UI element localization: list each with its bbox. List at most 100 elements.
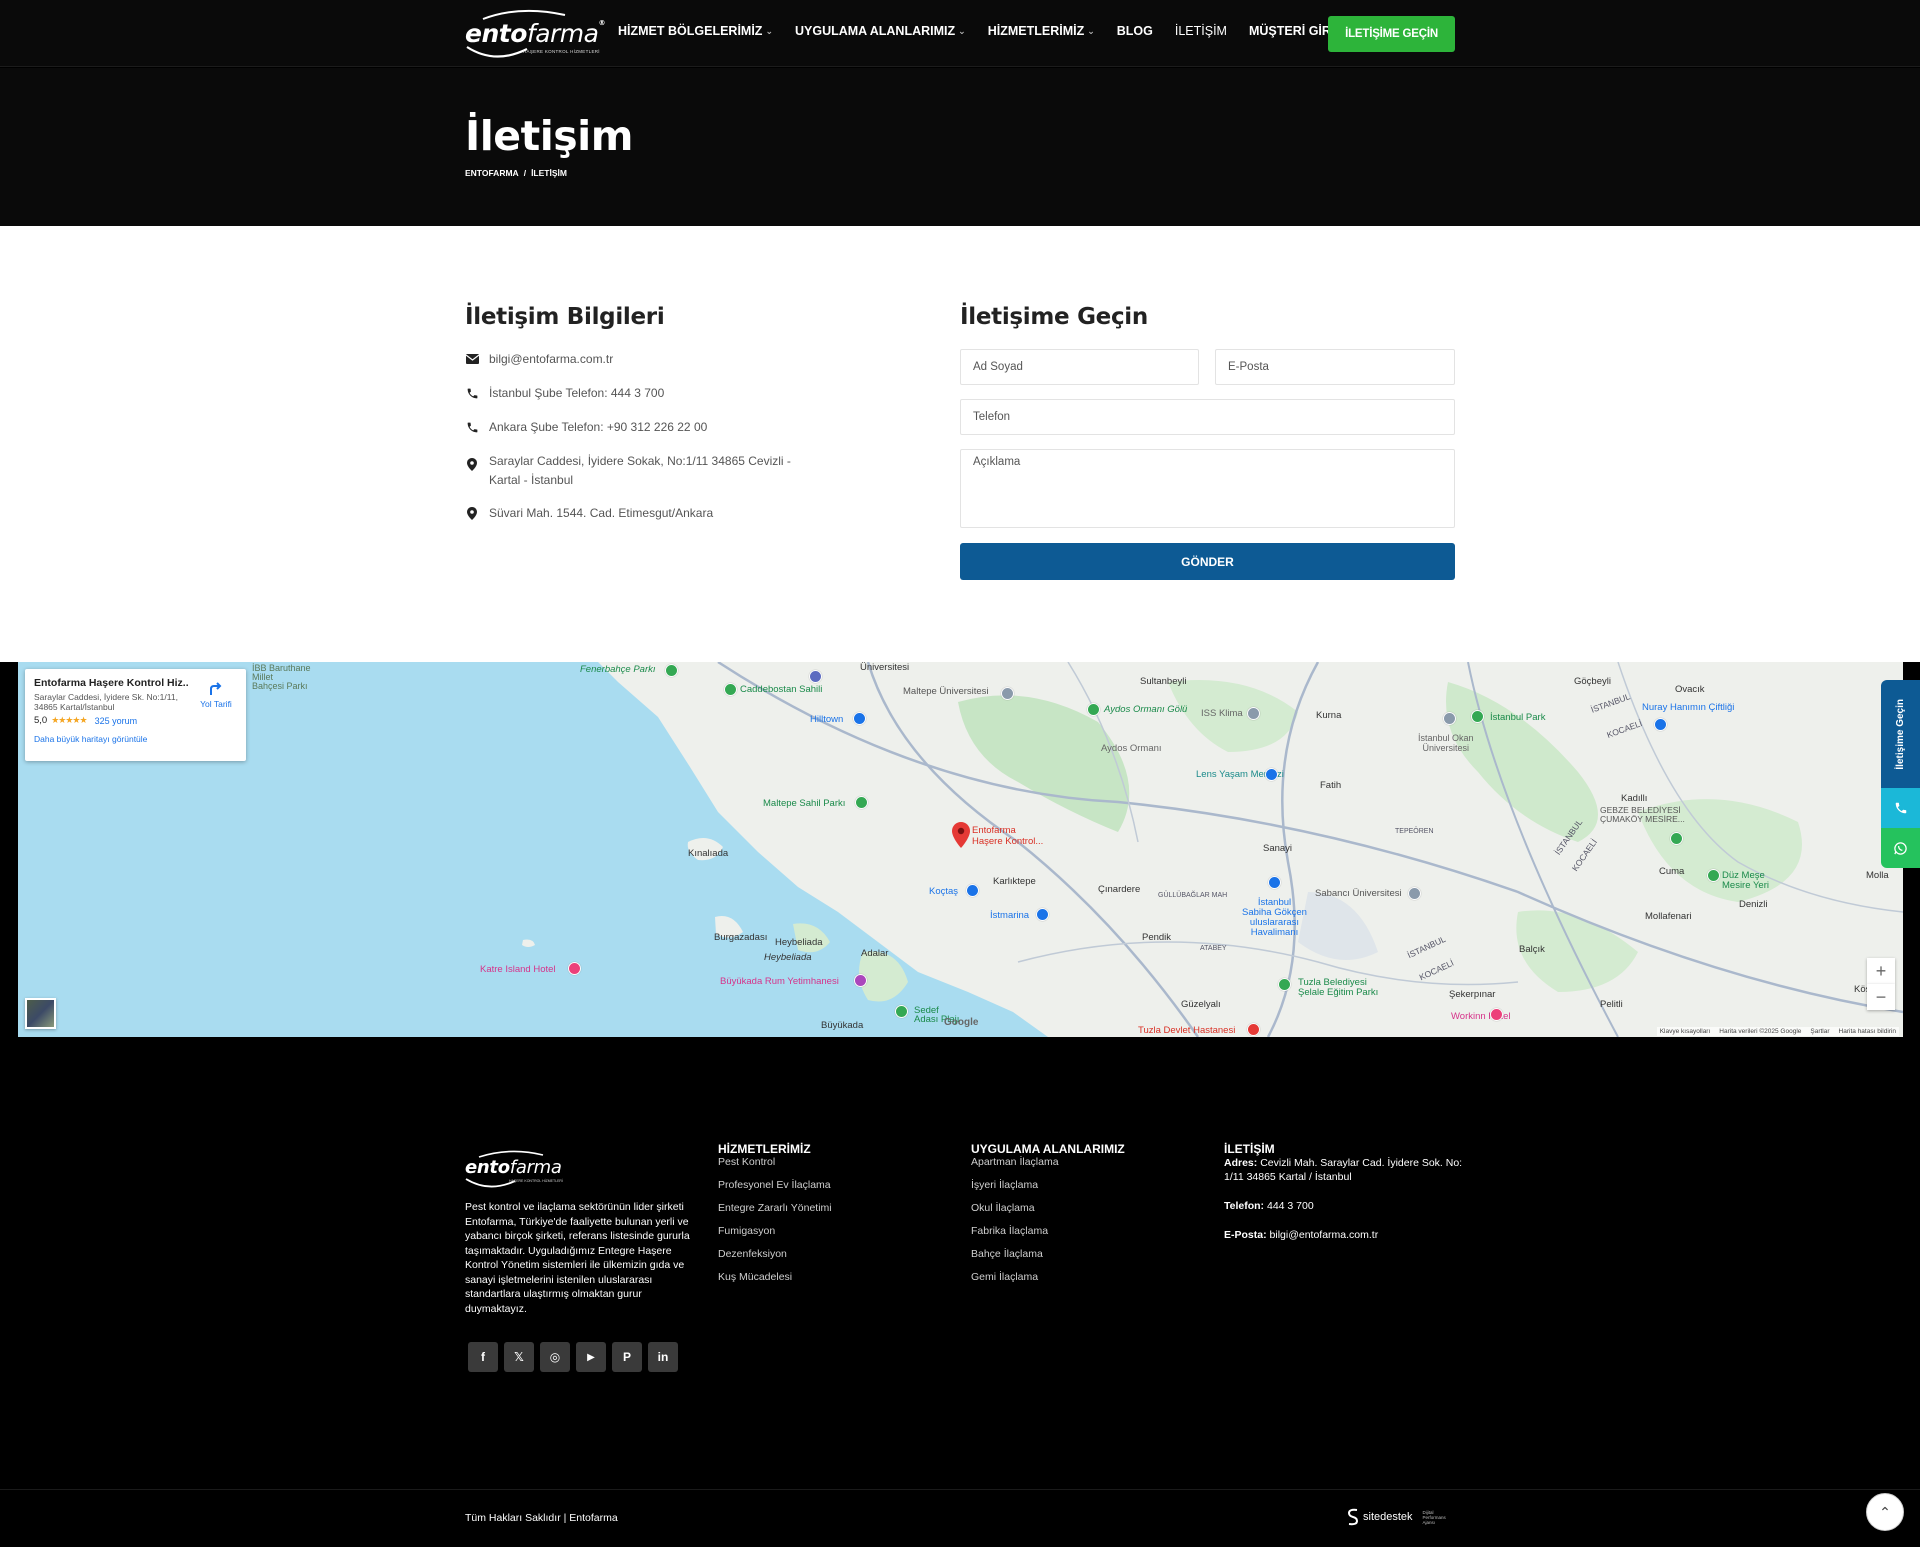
map-label: Sanayi: [1263, 843, 1293, 854]
map-attribution: Klavye kısayolları Harita verileri ©2025…: [1656, 1027, 1899, 1036]
shopping-icon[interactable]: [966, 884, 979, 897]
park-icon[interactable]: [665, 664, 678, 677]
site-logo[interactable]: entofarma® HAŞERE KONTROL HİZMETLERİ: [465, 7, 605, 61]
school-icon[interactable]: [1408, 887, 1421, 900]
name-input[interactable]: Ad Soyad: [960, 349, 1199, 385]
airport-icon[interactable]: [1268, 876, 1281, 889]
email-input[interactable]: E-Posta: [1215, 349, 1455, 385]
footer-link[interactable]: Dezenfeksiyon: [718, 1248, 832, 1260]
page-title-band: İletişim ENTOFARMA / İLETİŞİM: [0, 68, 1920, 226]
footer-link[interactable]: Entegre Zararlı Yönetimi: [718, 1202, 832, 1214]
nav-item-uygulama-alanlarimiz[interactable]: UYGULAMA ALANLARIMIZ ⌄: [795, 24, 966, 38]
sitedestek-logo[interactable]: sitedestek Dijital Performans Ajansı: [1347, 1508, 1453, 1526]
map-label: Nuray Hanımın Çiftliği: [1642, 702, 1735, 713]
poi-icon[interactable]: [809, 670, 822, 683]
footer-areas-column: UYGULAMA ALANLARIMIZ Apartman İlaçlama İ…: [971, 1142, 1125, 1294]
nav-item-iletisim[interactable]: İLETİŞİM: [1175, 24, 1227, 38]
footer-link[interactable]: Kuş Mücadelesi: [718, 1271, 832, 1283]
park-icon[interactable]: [855, 796, 868, 809]
map-marker-icon[interactable]: [952, 822, 970, 848]
site-header: entofarma® HAŞERE KONTROL HİZMETLERİ HİZ…: [0, 0, 1920, 67]
terms-link[interactable]: Şartlar: [1810, 1028, 1829, 1035]
hospital-icon[interactable]: [1247, 1023, 1260, 1036]
map-label: Pelitli: [1600, 999, 1623, 1010]
floating-contact-button[interactable]: İletişime Geçin: [1881, 680, 1920, 788]
contact-istanbul-phone-text[interactable]: İstanbul Şube Telefon: 444 3 700: [489, 384, 664, 403]
school-icon[interactable]: [1001, 687, 1014, 700]
shopping-icon[interactable]: [1036, 908, 1049, 921]
hotel-icon[interactable]: [1490, 1008, 1503, 1021]
floating-phone-button[interactable]: [1881, 788, 1920, 828]
shopping-icon[interactable]: [1265, 768, 1278, 781]
footer-logo-wordmark: entofarma: [465, 1157, 562, 1178]
contact-email-text[interactable]: bilgi@entofarma.com.tr: [489, 350, 613, 369]
poi-icon[interactable]: [1247, 707, 1260, 720]
header-cta-button[interactable]: İLETİŞİME GEÇİN: [1328, 16, 1455, 52]
directions-label: Yol Tarifi: [200, 699, 232, 709]
park-icon[interactable]: [1471, 710, 1484, 723]
map-label: Adalar: [861, 948, 889, 959]
instagram-icon[interactable]: ◎: [540, 1342, 570, 1372]
whatsapp-icon: [1894, 841, 1907, 855]
logo-tagline: HAŞERE KONTROL HİZMETLERİ: [523, 49, 600, 54]
footer-link[interactable]: Okul İlaçlama: [971, 1202, 1125, 1214]
floating-whatsapp-button[interactable]: [1881, 828, 1920, 868]
google-map[interactable]: İBB Baruthane Millet Bahçesi Parkı Fener…: [18, 662, 1903, 1037]
footer-link[interactable]: Gemi İlaçlama: [971, 1271, 1125, 1283]
hotel-icon[interactable]: [568, 962, 581, 975]
youtube-icon[interactable]: ▶: [576, 1342, 606, 1372]
footer-logo[interactable]: entofarma HAŞERE KONTROL HİZMETLERİ: [465, 1149, 565, 1194]
park-icon[interactable]: [1670, 832, 1683, 845]
site-footer: entofarma HAŞERE KONTROL HİZMETLERİ Pest…: [0, 1037, 1920, 1489]
floating-contact-label: İletişime Geçin: [1895, 698, 1906, 770]
chevron-down-icon: ⌄: [1087, 25, 1095, 36]
linkedin-icon[interactable]: in: [648, 1342, 678, 1372]
directions-button[interactable]: Yol Tarifi: [198, 681, 234, 709]
nav-item-blog[interactable]: BLOG: [1117, 24, 1153, 38]
footer-link[interactable]: Fumigasyon: [718, 1225, 832, 1237]
footer-link[interactable]: Apartman İlaçlama: [971, 1156, 1125, 1168]
contact-ankara-phone-text[interactable]: Ankara Şube Telefon: +90 312 226 22 00: [489, 418, 707, 437]
contact-section: İletişim Bilgileri bilgi@entofarma.com.t…: [0, 226, 1920, 662]
footer-link[interactable]: Bahçe İlaçlama: [971, 1248, 1125, 1260]
map-label: GEBZE BELEDİYESİ ÇUMAKÖY MESİRE...: [1600, 805, 1685, 824]
facebook-icon[interactable]: f: [468, 1342, 498, 1372]
footer-link[interactable]: Fabrika İlaçlama: [971, 1225, 1125, 1237]
nav-item-hizmet-bolgelerimiz[interactable]: HİZMET BÖLGELERİMİZ ⌄: [618, 24, 773, 38]
footer-areas-heading: UYGULAMA ALANLARIMIZ: [971, 1142, 1125, 1156]
message-textarea[interactable]: Açıklama: [960, 449, 1455, 528]
x-icon[interactable]: 𝕏: [504, 1342, 534, 1372]
park-icon[interactable]: [1087, 703, 1100, 716]
footer-email[interactable]: E-Posta: bilgi@entofarma.com.tr: [1224, 1228, 1464, 1242]
landmark-icon[interactable]: [854, 974, 867, 987]
school-icon[interactable]: [1443, 712, 1456, 725]
pinterest-icon[interactable]: P: [612, 1342, 642, 1372]
phone-input[interactable]: Telefon: [960, 399, 1455, 435]
nav-item-hizmetlerimiz[interactable]: HİZMETLERİMİZ ⌄: [988, 24, 1095, 38]
breadcrumb-home-link[interactable]: ENTOFARMA: [465, 168, 519, 178]
map-background: [522, 662, 1903, 1037]
reviews-link[interactable]: 325 yorum: [95, 716, 138, 726]
zoom-in-button[interactable]: +: [1867, 958, 1895, 984]
park-icon[interactable]: [895, 1005, 908, 1018]
scroll-to-top-button[interactable]: ⌃: [1866, 1493, 1904, 1531]
footer-link[interactable]: Profesyonel Ev İlaçlama: [718, 1179, 832, 1191]
footer-link[interactable]: Pest Kontrol: [718, 1156, 832, 1168]
shopping-icon[interactable]: [1654, 718, 1667, 731]
footer-phone[interactable]: Telefon: 444 3 700: [1224, 1199, 1464, 1213]
report-error-link[interactable]: Harita hatası bildirin: [1839, 1028, 1896, 1035]
shopping-icon[interactable]: [853, 712, 866, 725]
footer-address: Adres: Cevizli Mah. Saraylar Cad. İyider…: [1224, 1157, 1463, 1183]
view-larger-map-link[interactable]: Daha büyük haritayı görüntüle: [34, 734, 237, 744]
satellite-toggle[interactable]: [25, 998, 56, 1029]
park-icon[interactable]: [1278, 978, 1291, 991]
footer-link[interactable]: İşyeri İlaçlama: [971, 1179, 1125, 1191]
map-label: Heybeliada: [775, 937, 823, 948]
submit-button[interactable]: GÖNDER: [960, 543, 1455, 580]
park-icon[interactable]: [724, 683, 737, 696]
zoom-out-button[interactable]: −: [1867, 984, 1895, 1010]
contact-info-heading: İletişim Bilgileri: [465, 304, 665, 330]
map-label: ISS Klima: [1201, 708, 1243, 719]
park-icon[interactable]: [1707, 869, 1720, 882]
keyboard-shortcuts-link[interactable]: Klavye kısayolları: [1660, 1028, 1711, 1035]
